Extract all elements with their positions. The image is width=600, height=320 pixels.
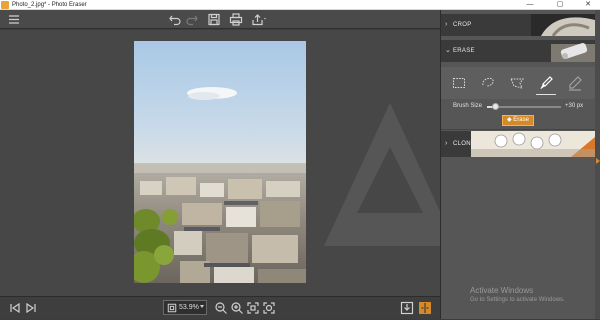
brush-size-slider-thumb[interactable] [491,103,499,110]
zoom-in-icon[interactable] [230,301,244,315]
top-toolbar [0,10,440,29]
selection-tools [441,67,595,99]
brush-size-row: Brush Size +30 px [441,97,595,117]
compare-view-icon[interactable] [400,301,414,315]
rect-select-icon[interactable] [451,75,467,91]
clone-section-header[interactable]: › CLONE [441,131,595,157]
image-canvas[interactable] [0,30,440,296]
crop-section-label: CROP [453,22,472,28]
panel-collapse-arrow-icon[interactable] [596,158,600,164]
brush-size-slider[interactable] [487,103,561,110]
brush-size-label: Brush Size [453,103,483,109]
zoom-dropdown-chevron-icon[interactable] [200,305,204,308]
tools-panel: › CROP ⌄ ERASE Brush Size +30 px ◆ Erase… [440,10,600,319]
split-view-icon[interactable] [418,301,432,315]
clone-thumbnail-image [471,131,595,157]
fit-to-window-icon[interactable] [246,301,260,315]
eraser-icon: ◆ [507,117,512,123]
crop-section-header[interactable]: › CROP [441,14,595,36]
previous-image-icon[interactable] [8,301,22,315]
crop-thumbnail-image [531,14,595,36]
zoom-out-icon[interactable] [214,301,228,315]
minimize-button[interactable]: — [520,0,540,10]
zoom-level-value: 53.9% [179,304,199,311]
title-bar: Photo_2.jpg* - Photo Eraser — ▢ ✕ [0,0,600,10]
window-title: Photo_2.jpg* - Photo Eraser [12,2,87,8]
bottom-bar: 53.9% [0,296,440,319]
maximize-button[interactable]: ▢ [550,0,570,10]
city-photo-image [134,41,306,283]
activate-windows-title: Activate Windows [470,286,534,295]
erase-button-label: Erase [513,117,529,123]
next-image-icon[interactable] [24,301,38,315]
panel-divider [441,129,595,130]
clone-section-label: CLONE [453,141,476,147]
erase-section-label: ERASE [453,48,475,54]
share-icon[interactable] [250,12,266,27]
redo-icon[interactable] [184,12,200,27]
chevron-right-icon: › [445,21,448,28]
fit-image-icon [167,303,177,313]
polygon-lasso-icon[interactable] [509,75,525,91]
eraser-pen-icon[interactable] [567,75,583,91]
erase-button[interactable]: ◆ Erase [502,115,534,126]
save-icon[interactable] [206,12,222,27]
erase-section-header[interactable]: ⌄ ERASE [441,40,595,62]
actual-size-icon[interactable] [262,301,276,315]
app-logo-icon [1,1,9,9]
undo-icon[interactable] [167,12,183,27]
close-button[interactable]: ✕ [578,0,598,10]
panel-scrollbar[interactable] [595,10,600,319]
brush-icon[interactable] [538,75,554,91]
lasso-icon[interactable] [480,75,496,91]
brush-size-value: +30 px [565,103,584,109]
activate-windows-subtitle: Go to Settings to activate Windows. [470,297,565,303]
print-icon[interactable] [228,12,244,27]
menu-icon[interactable] [6,12,22,27]
photo-preview[interactable] [134,41,306,283]
activate-windows-watermark: Activate Windows Go to Settings to activ… [470,286,565,305]
erase-thumbnail-image [521,40,595,62]
chevron-down-icon: ⌄ [445,47,451,54]
active-tool-indicator [536,94,556,95]
chevron-right-icon: › [445,140,448,147]
